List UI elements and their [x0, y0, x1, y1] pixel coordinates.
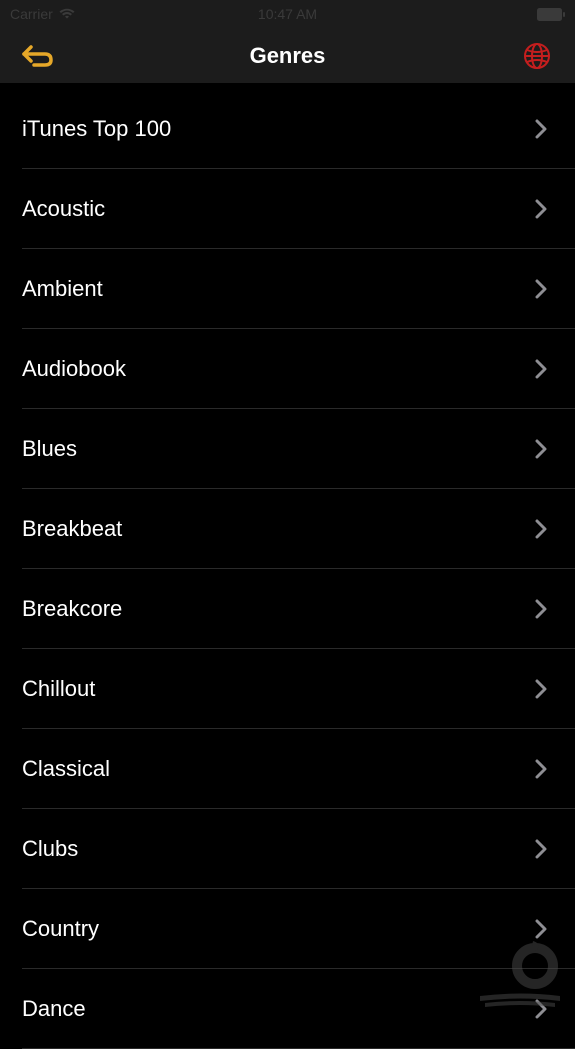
list-item[interactable]: Blues — [0, 409, 575, 489]
chevron-right-icon — [535, 839, 547, 859]
list-item[interactable]: iTunes Top 100 — [0, 89, 575, 169]
wifi-icon — [59, 8, 75, 20]
carrier-label: Carrier — [10, 6, 53, 22]
nav-bar: Genres — [0, 28, 575, 83]
status-bar: Carrier 10:47 AM — [0, 0, 575, 28]
chevron-right-icon — [535, 599, 547, 619]
list-item[interactable]: Clubs — [0, 809, 575, 889]
status-time: 10:47 AM — [258, 6, 317, 22]
list-item-label: Blues — [22, 436, 77, 462]
status-left: Carrier — [10, 6, 75, 22]
list-item[interactable]: Breakcore — [0, 569, 575, 649]
chevron-right-icon — [535, 679, 547, 699]
list-item[interactable]: Acoustic — [0, 169, 575, 249]
list-item-label: Breakbeat — [22, 516, 122, 542]
chevron-right-icon — [535, 119, 547, 139]
list-item[interactable]: Classical — [0, 729, 575, 809]
chevron-right-icon — [535, 279, 547, 299]
back-button[interactable] — [20, 38, 56, 74]
globe-button[interactable] — [519, 38, 555, 74]
list-item-label: Dance — [22, 996, 86, 1022]
list-item-label: Classical — [22, 756, 110, 782]
watermark-logo — [475, 941, 565, 1011]
list-item[interactable]: Chillout — [0, 649, 575, 729]
list-item-label: Chillout — [22, 676, 95, 702]
list-item-label: Audiobook — [22, 356, 126, 382]
chevron-right-icon — [535, 439, 547, 459]
list-item-label: Acoustic — [22, 196, 105, 222]
genre-list: iTunes Top 100 Acoustic Ambient Audioboo… — [0, 83, 575, 1049]
chevron-right-icon — [535, 199, 547, 219]
battery-icon — [537, 8, 565, 21]
list-item-label: iTunes Top 100 — [22, 116, 171, 142]
chevron-right-icon — [535, 359, 547, 379]
page-title: Genres — [250, 43, 326, 69]
list-item-label: Breakcore — [22, 596, 122, 622]
back-icon — [21, 43, 55, 69]
list-item-label: Country — [22, 916, 99, 942]
list-item[interactable]: Audiobook — [0, 329, 575, 409]
status-right — [537, 8, 565, 21]
list-item[interactable]: Breakbeat — [0, 489, 575, 569]
list-item[interactable]: Ambient — [0, 249, 575, 329]
chevron-right-icon — [535, 919, 547, 939]
globe-icon — [523, 42, 551, 70]
chevron-right-icon — [535, 519, 547, 539]
list-item-label: Clubs — [22, 836, 78, 862]
list-item-label: Ambient — [22, 276, 103, 302]
chevron-right-icon — [535, 759, 547, 779]
